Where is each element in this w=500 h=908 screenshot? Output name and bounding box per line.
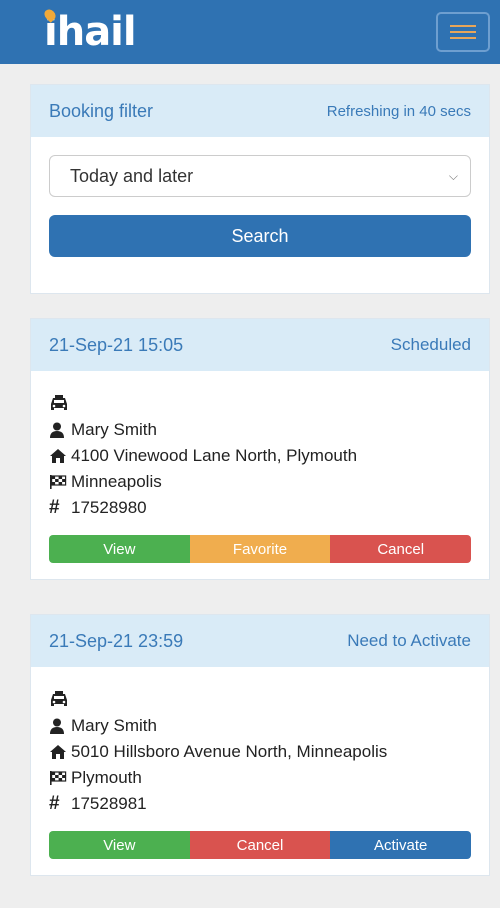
logo-text: ihail [44,9,137,55]
hash-icon: # [49,793,60,814]
chevron-down-icon: ⌵ [448,168,458,183]
destination: Minneapolis [71,472,162,491]
vehicle-row [49,391,471,417]
ihail-logo[interactable]: ihail [42,7,137,55]
destination-row: Plymouth [49,765,471,791]
date-filter-select[interactable]: Today and later ⌵ [49,155,471,197]
passenger-row: Mary Smith [49,713,471,739]
search-button[interactable]: Search [49,215,471,257]
pickup-row: 4100 Vinewood Lane North, Plymouth [49,443,471,469]
booking-status: Need to Activate [347,631,471,650]
user-icon [49,422,71,438]
cancel-button[interactable]: Cancel [330,535,471,563]
pickup-row: 5010 Hillsboro Avenue North, Minneapolis [49,739,471,765]
booking-status: Scheduled [390,335,471,354]
top-navbar: ihail [0,0,500,64]
pickup-address: 4100 Vinewood Lane North, Plymouth [71,446,358,465]
hash-icon: # [49,497,60,518]
car-icon [49,691,71,709]
checkered-flag-icon [49,474,71,490]
car-icon [49,395,71,413]
date-filter-value: Today and later [70,165,194,186]
passenger-row: Mary Smith [49,417,471,443]
view-button[interactable]: View [49,831,190,859]
search-button-label: Search [231,225,289,246]
view-button[interactable]: View [49,535,190,563]
booking-filter-panel: Booking filter Refreshing in 40 secs Tod… [30,84,490,294]
booking-number: 17528980 [71,498,147,517]
booking-card: 21-Sep-21 23:59 Need to Activate Mary Sm… [30,614,490,876]
favorite-button[interactable]: Favorite [189,535,331,563]
booking-actions: View Cancel Activate [49,831,471,859]
checkered-flag-icon [49,770,71,786]
booking-card-header: 21-Sep-21 23:59 Need to Activate [31,615,489,667]
booking-actions: View Favorite Cancel [49,535,471,563]
destination: Plymouth [71,768,142,787]
hamburger-menu-icon[interactable] [436,12,490,52]
pickup-address: 5010 Hillsboro Avenue North, Minneapolis [71,742,388,761]
destination-row: Minneapolis [49,469,471,495]
booking-number: 17528981 [71,794,147,813]
booking-card: 21-Sep-21 15:05 Scheduled Mary Smith 410… [30,318,490,580]
user-icon [49,718,71,734]
booking-filter-header: Booking filter Refreshing in 40 secs [31,85,489,137]
booking-filter-title: Booking filter [49,100,154,121]
cancel-button[interactable]: Cancel [189,831,331,859]
passenger-name: Mary Smith [71,420,157,439]
booking-card-header: 21-Sep-21 15:05 Scheduled [31,319,489,371]
home-icon [49,448,71,464]
vehicle-row [49,687,471,713]
home-icon [49,744,71,760]
page-content: Booking filter Refreshing in 40 secs Tod… [0,64,500,908]
refresh-countdown: Refreshing in 40 secs [326,102,471,120]
booking-number-row: # 17528981 [49,791,471,817]
booking-datetime: 21-Sep-21 23:59 [49,630,184,651]
booking-number-row: # 17528980 [49,495,471,521]
activate-button[interactable]: Activate [330,831,471,859]
booking-datetime: 21-Sep-21 15:05 [49,334,184,355]
passenger-name: Mary Smith [71,716,157,735]
